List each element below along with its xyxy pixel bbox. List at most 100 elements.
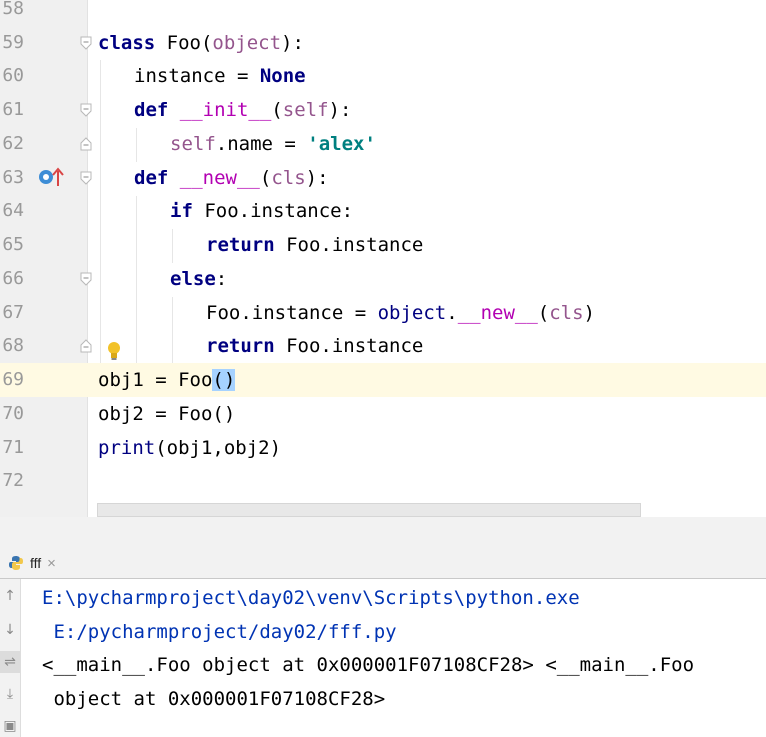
code-token: self bbox=[282, 99, 329, 121]
code-line[interactable]: return Foo.instance bbox=[206, 228, 423, 262]
fold-marker-icon[interactable] bbox=[80, 103, 92, 117]
fold-marker-icon[interactable] bbox=[80, 272, 92, 286]
lightbulb-icon[interactable] bbox=[107, 341, 121, 361]
code-token: ): bbox=[281, 32, 304, 54]
code-token: __new__ bbox=[179, 167, 260, 189]
code-token: ( bbox=[271, 99, 283, 121]
indent-guide bbox=[172, 229, 173, 263]
up-arrow-icon[interactable]: ↑ bbox=[0, 585, 20, 607]
panel-splitter[interactable] bbox=[0, 517, 766, 549]
code-line[interactable]: else: bbox=[170, 262, 227, 296]
line-number: 59 bbox=[2, 32, 24, 53]
code-token: if bbox=[170, 200, 193, 222]
code-token: ( bbox=[259, 167, 272, 189]
line-number: 66 bbox=[2, 268, 24, 289]
code-token: __init__ bbox=[179, 99, 272, 121]
code-token: obj1 = Foo bbox=[98, 369, 213, 391]
run-console[interactable]: ↑ ↓ ⇌ ⤓ ▣ E:\pycharmproject\day02\venv\S… bbox=[0, 579, 766, 737]
code-token: 'alex' bbox=[307, 133, 376, 155]
code-line[interactable]: obj2 = Foo() bbox=[98, 397, 235, 431]
code-token: instance = bbox=[134, 65, 260, 87]
code-token: def bbox=[134, 167, 169, 189]
code-token: (obj1,obj2) bbox=[155, 437, 282, 459]
line-number: 69 bbox=[2, 369, 24, 390]
console-output-line: <__main__.Foo object at 0x000001F07108CF… bbox=[42, 654, 695, 676]
code-token: : bbox=[215, 268, 228, 290]
code-token: Foo.instance bbox=[274, 335, 424, 357]
code-token: Foo.instance bbox=[274, 234, 424, 256]
code-token: class bbox=[98, 32, 156, 54]
code-token: self bbox=[170, 133, 216, 155]
line-number: 60 bbox=[2, 65, 24, 86]
code-token: def bbox=[134, 99, 169, 121]
line-number: 67 bbox=[2, 302, 24, 323]
code-token: ) bbox=[583, 302, 595, 324]
code-line[interactable]: def __init__(self): bbox=[134, 93, 351, 127]
code-token: Foo.instance = bbox=[206, 302, 378, 324]
horizontal-scrollbar[interactable] bbox=[97, 503, 641, 517]
code-token: return bbox=[206, 234, 275, 256]
code-token: . bbox=[446, 302, 458, 324]
code-line[interactable]: Foo.instance = object.__new__(cls) bbox=[206, 296, 595, 330]
console-toolbar: ↑ ↓ ⇌ ⤓ ▣ bbox=[0, 579, 21, 737]
code-line[interactable]: def __new__(cls): bbox=[134, 161, 329, 195]
code-line[interactable]: print(obj1,obj2) bbox=[98, 431, 281, 465]
close-icon[interactable]: × bbox=[47, 555, 56, 572]
code-line[interactable]: obj1 = Foo() bbox=[98, 363, 236, 397]
code-line[interactable]: instance = None bbox=[134, 59, 306, 93]
code-line[interactable]: return Foo.instance bbox=[206, 329, 423, 363]
code-token: ): bbox=[305, 167, 329, 189]
line-number: 68 bbox=[2, 335, 24, 356]
code-token: else bbox=[170, 268, 216, 290]
run-tab-label: fff bbox=[30, 555, 42, 571]
soft-wrap-icon[interactable]: ⇌ bbox=[0, 651, 20, 673]
fold-marker-icon[interactable] bbox=[80, 36, 92, 50]
code-token: cls bbox=[549, 302, 584, 324]
code-token: print bbox=[98, 437, 156, 459]
line-number: 61 bbox=[2, 99, 24, 120]
indent-guide bbox=[136, 196, 137, 363]
scroll-to-end-icon[interactable]: ⤓ bbox=[0, 683, 20, 705]
python-icon bbox=[8, 555, 24, 571]
code-line[interactable]: class Foo(object): bbox=[98, 26, 304, 60]
line-number: 72 bbox=[2, 470, 24, 491]
run-tab[interactable]: fff × bbox=[8, 552, 56, 574]
selected-text: () bbox=[212, 369, 236, 391]
code-token: Foo.instance: bbox=[192, 200, 354, 222]
indent-guide bbox=[172, 297, 173, 363]
code-token: .name = bbox=[215, 133, 308, 155]
down-arrow-icon[interactable]: ↓ bbox=[0, 619, 20, 641]
line-number: 71 bbox=[2, 437, 24, 458]
code-token: cls bbox=[271, 167, 306, 189]
code-token: ( bbox=[537, 302, 550, 324]
code-token: Foo( bbox=[155, 32, 213, 54]
console-output-line: object at 0x000001F07108CF28> bbox=[42, 688, 386, 710]
code-line[interactable]: self.name = 'alex' bbox=[170, 127, 376, 161]
print-icon[interactable]: ▣ bbox=[0, 715, 20, 737]
override-icon[interactable] bbox=[38, 165, 66, 189]
code-token: ): bbox=[328, 99, 352, 121]
code-token: object bbox=[377, 302, 447, 324]
code-token: __new__ bbox=[457, 302, 538, 324]
line-number: 70 bbox=[2, 403, 24, 424]
console-output-line: E:/pycharmproject/day02/fff.py bbox=[42, 621, 397, 643]
code-line[interactable]: if Foo.instance: bbox=[170, 194, 353, 228]
line-number: 58 bbox=[2, 0, 24, 19]
fold-marker-icon[interactable] bbox=[80, 171, 92, 185]
indent-guide bbox=[100, 60, 101, 363]
line-number: 65 bbox=[2, 234, 24, 255]
code-token: obj2 = Foo() bbox=[98, 403, 236, 425]
gutter-divider bbox=[87, 0, 88, 517]
line-number: 63 bbox=[2, 167, 24, 188]
line-number: 62 bbox=[2, 133, 24, 154]
line-number: 64 bbox=[2, 200, 24, 221]
fold-end-icon[interactable] bbox=[80, 339, 92, 353]
indent-guide bbox=[136, 128, 137, 162]
code-token: object bbox=[212, 32, 282, 54]
code-editor[interactable]: 58 59 60 61 62 63 64 65 66 67 68 69 70 7… bbox=[0, 0, 766, 517]
fold-end-icon[interactable] bbox=[80, 137, 92, 151]
code-token: None bbox=[259, 65, 306, 87]
code-token: return bbox=[206, 335, 275, 357]
